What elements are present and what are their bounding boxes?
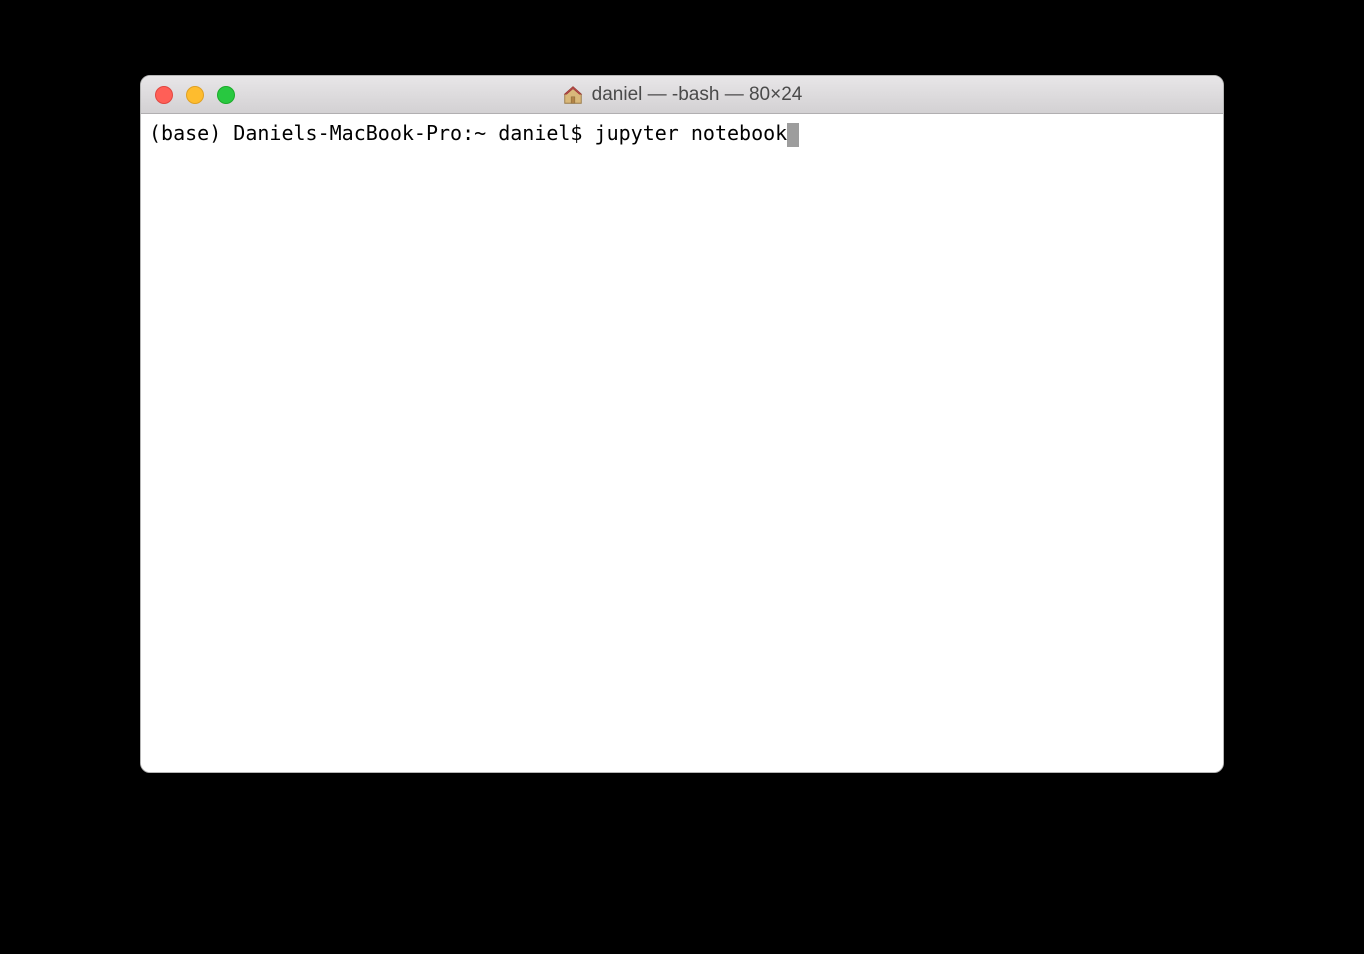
minimize-button[interactable] bbox=[186, 86, 204, 104]
title-bar: daniel — -bash — 80×24 bbox=[141, 76, 1223, 114]
window-controls bbox=[155, 86, 235, 104]
home-icon bbox=[562, 84, 584, 106]
terminal-body[interactable]: (base) Daniels-MacBook-Pro:~ daniel$ jup… bbox=[141, 114, 1223, 772]
close-button[interactable] bbox=[155, 86, 173, 104]
window-title: daniel — -bash — 80×24 bbox=[592, 84, 803, 106]
terminal-window: daniel — -bash — 80×24 (base) Daniels-Ma… bbox=[140, 75, 1224, 773]
terminal-command: jupyter notebook bbox=[595, 121, 788, 145]
terminal-line: (base) Daniels-MacBook-Pro:~ daniel$ jup… bbox=[149, 121, 799, 145]
terminal-prompt: (base) Daniels-MacBook-Pro:~ daniel$ bbox=[149, 121, 595, 145]
cursor-block bbox=[787, 123, 799, 147]
maximize-button[interactable] bbox=[217, 86, 235, 104]
window-title-group: daniel — -bash — 80×24 bbox=[562, 84, 803, 106]
